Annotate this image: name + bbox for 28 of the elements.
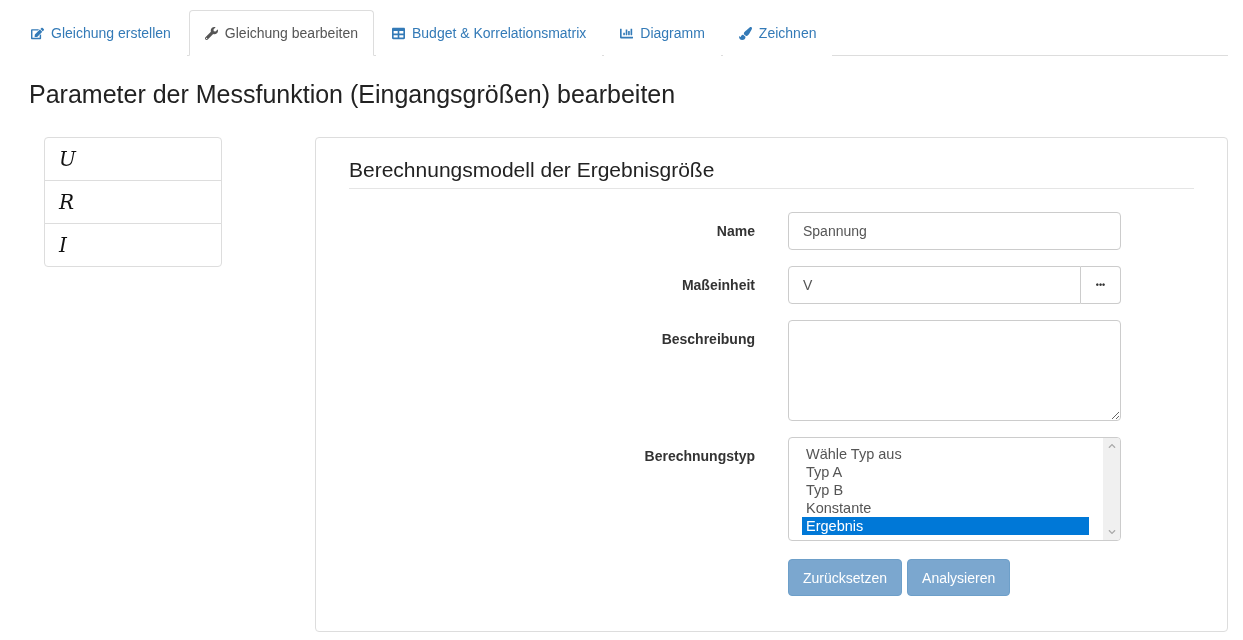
list-option[interactable]: Typ A [802, 463, 1089, 481]
panel-title: Berechnungsmodell der Ergebnisgröße [349, 158, 1194, 189]
field-label: Maßeinheit [681, 276, 755, 293]
field-label: Beschreibung [661, 330, 755, 347]
variable-item[interactable]: I [44, 223, 222, 267]
more-button[interactable]: ••• [1081, 266, 1121, 304]
field-label: Berechnungstyp [644, 447, 755, 464]
name-field[interactable]: Spannung [788, 212, 1121, 250]
scrollbar[interactable] [1103, 438, 1120, 540]
list-option[interactable]: Ergebnis [802, 517, 1089, 535]
page-title: Parameter der Messfunktion (Eingangsgrößen) bearbeiten [29, 80, 677, 109]
wrench-icon [204, 26, 218, 40]
bar-chart-icon [620, 26, 634, 40]
list-option[interactable]: Konstante [802, 499, 1089, 517]
field-label: Name [716, 222, 755, 239]
variable-item[interactable]: U [44, 137, 222, 181]
list-option[interactable]: Wähle Typ aus [802, 445, 1089, 463]
unit-field[interactable]: V [788, 266, 1081, 304]
description-field[interactable] [788, 320, 1121, 421]
variable-item[interactable]: R [44, 180, 222, 224]
tab[interactable]: Gleichung bearbeiten [188, 10, 374, 56]
table-icon [391, 26, 405, 40]
edit-icon [31, 26, 44, 40]
chevron-up-icon[interactable] [1107, 442, 1116, 450]
brush-icon [738, 26, 752, 40]
list-option[interactable]: Typ B [802, 481, 1089, 499]
chevron-down-icon[interactable] [1107, 528, 1116, 536]
type-listbox[interactable]: Wähle Typ aus Typ A Typ B Konstante Ergebnis [788, 437, 1121, 541]
